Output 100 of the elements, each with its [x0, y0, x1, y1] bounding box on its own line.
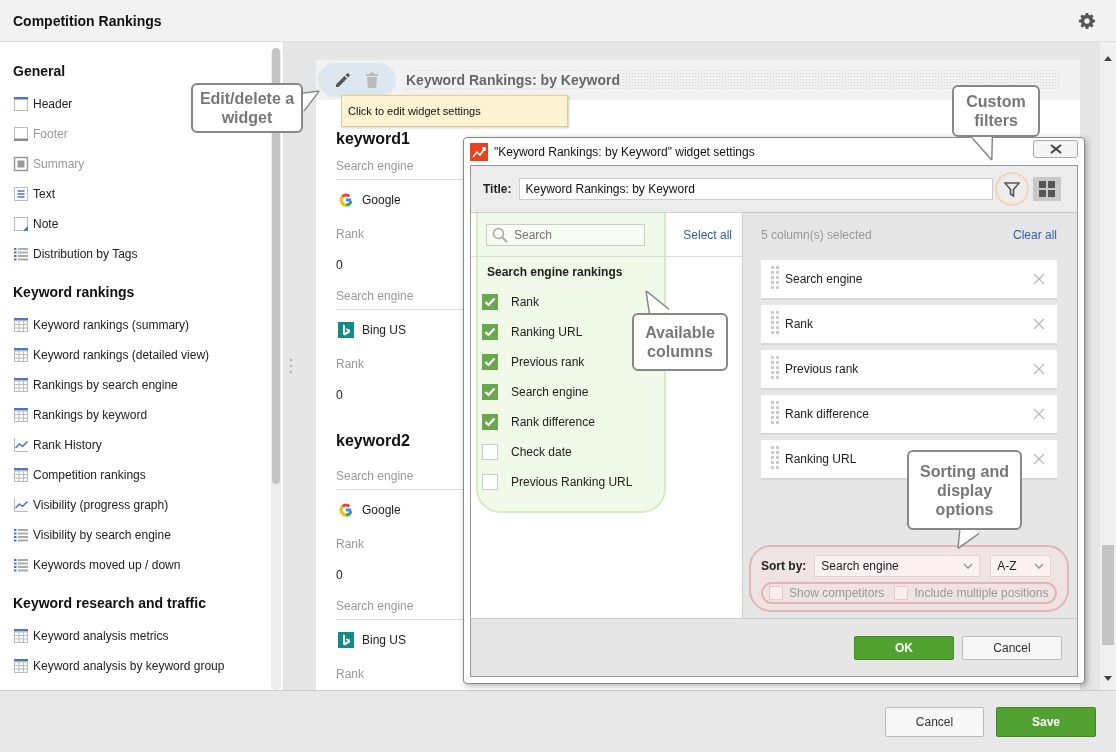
remove-icon[interactable] [1033, 318, 1045, 330]
sidebar-item[interactable]: Visibility by search engine [13, 520, 171, 550]
drag-handle-icon[interactable] [771, 446, 779, 472]
selected-column[interactable]: Previous rank [761, 350, 1057, 388]
clear-all-link[interactable]: Clear all [1013, 227, 1057, 242]
drag-handle-icon[interactable] [771, 401, 779, 427]
column-name: Previous rank [785, 362, 860, 376]
drag-handle-icon[interactable] [771, 356, 779, 382]
metric-label: Rank [336, 227, 364, 241]
sidebar-item[interactable]: Note [13, 209, 59, 239]
sidebar-item[interactable]: Keyword analysis metrics [13, 621, 169, 651]
column-option[interactable]: Rank difference [511, 415, 595, 429]
callout: Edit/delete a widget [191, 83, 303, 133]
search-engine-name: Bing US [362, 633, 407, 647]
search-engine-name: Bing US [362, 323, 407, 337]
drag-handle-icon[interactable] [771, 266, 779, 292]
summary-widget-icon [13, 156, 29, 172]
checkbox[interactable] [769, 586, 783, 600]
search-field[interactable]: Search [514, 227, 634, 242]
grid-icon[interactable] [1038, 180, 1057, 198]
checkbox[interactable] [482, 474, 498, 490]
title-input[interactable]: Keyword Rankings: by Keyword [519, 178, 994, 200]
cancel-button[interactable]: Cancel [962, 635, 1062, 660]
section-heading: General [13, 62, 67, 81]
metric-label: Rank [336, 537, 364, 551]
note-widget-icon [13, 216, 29, 232]
selected-column[interactable]: Rank difference [761, 395, 1057, 433]
search-icon [492, 226, 508, 243]
section-heading: Keyword research and traffic [13, 594, 207, 613]
cancel-button[interactable]: Cancel [885, 706, 984, 737]
sidebar-item[interactable]: Text [13, 179, 55, 209]
remove-icon[interactable] [1033, 408, 1045, 420]
filter-icon[interactable] [1004, 181, 1021, 197]
chart-widget-icon [13, 497, 29, 513]
remove-icon[interactable] [1033, 273, 1045, 285]
header-widget-icon [13, 96, 29, 112]
remove-icon[interactable] [1033, 363, 1045, 375]
bing-b-icon [338, 322, 354, 338]
selected-column[interactable]: Rank [761, 305, 1057, 343]
metric-value: 0 [336, 258, 343, 272]
column-option[interactable]: Previous Ranking URL [511, 475, 633, 489]
column-option[interactable]: Ranking URL [511, 325, 583, 339]
sidebar-item[interactable]: Visibility (progress graph) [13, 490, 169, 520]
checkbox[interactable] [482, 294, 498, 310]
column-option[interactable]: Check date [511, 445, 572, 459]
sidebar-item[interactable]: Competition rankings [13, 460, 146, 490]
table-widget-icon [13, 317, 29, 333]
table-widget-icon [13, 407, 29, 423]
close-button[interactable] [1033, 139, 1078, 158]
column-option[interactable]: Previous rank [511, 355, 585, 369]
table-widget-icon [13, 467, 29, 483]
table-widget-icon [13, 347, 29, 363]
remove-icon[interactable] [1033, 453, 1045, 465]
trash-icon[interactable] [364, 71, 380, 89]
column-option[interactable]: Search engine [511, 385, 589, 399]
checkbox[interactable] [482, 324, 498, 340]
drag-handle-icon[interactable] [771, 311, 779, 337]
sidebar-item[interactable]: Keyword rankings (summary) [13, 310, 190, 340]
sidebar-item[interactable]: Keywords moved up / down [13, 550, 181, 580]
callout: Sorting and display options [907, 450, 1022, 530]
layout-button[interactable] [1033, 177, 1062, 201]
scrollbar[interactable] [1100, 42, 1116, 690]
scrollbar-thumb[interactable] [1102, 545, 1114, 645]
list-widget-icon [13, 246, 29, 262]
sidebar-item[interactable]: Rank History [13, 430, 102, 460]
scroll-up-icon[interactable] [1104, 56, 1112, 61]
column-name: Rank [785, 317, 814, 331]
checkbox[interactable] [482, 414, 498, 430]
pencil-icon[interactable] [334, 71, 352, 89]
checkbox[interactable] [482, 354, 498, 370]
checkbox[interactable] [482, 384, 498, 400]
scroll-down-icon[interactable] [1104, 676, 1112, 681]
chevron-down-icon [963, 563, 974, 569]
sidebar-item[interactable]: Keyword rankings (detailed view) [13, 340, 210, 370]
selection-count: 5 column(s) selected [761, 227, 872, 242]
widget-title: Keyword Rankings: by Keyword [406, 72, 620, 88]
splitter-grip-icon[interactable] [289, 358, 293, 374]
checkbox[interactable] [894, 586, 909, 600]
group-heading: Search engine rankings [486, 264, 624, 281]
keyword-heading: keyword1 [336, 129, 410, 149]
filter-button[interactable] [995, 172, 1030, 206]
order-dropdown[interactable]: A-Z [990, 555, 1052, 577]
chevron-down-icon [1034, 563, 1045, 569]
text-widget-icon [13, 186, 29, 202]
search-box[interactable]: Search [486, 223, 645, 246]
table-widget-icon [13, 628, 29, 644]
settings-icon[interactable] [1078, 11, 1096, 30]
column-option[interactable]: Rank [511, 295, 539, 309]
selected-column[interactable]: Search engine [761, 260, 1057, 298]
close-icon[interactable] [1049, 143, 1062, 154]
sidebar-item[interactable]: Distribution by Tags [13, 239, 138, 269]
callout: Custom filters [952, 85, 1040, 137]
sidebar-item[interactable]: Rankings by search engine [13, 370, 178, 400]
select-all-link[interactable]: Select all [683, 227, 732, 242]
sidebar-item[interactable]: Header [13, 89, 73, 119]
sort-dropdown[interactable]: Search engine [814, 555, 981, 577]
sidebar-item[interactable]: Rankings by keyword [13, 400, 148, 430]
keyword-heading: keyword2 [336, 431, 410, 451]
sidebar-item[interactable]: Keyword analysis by keyword group [13, 651, 225, 681]
checkbox[interactable] [482, 444, 498, 460]
